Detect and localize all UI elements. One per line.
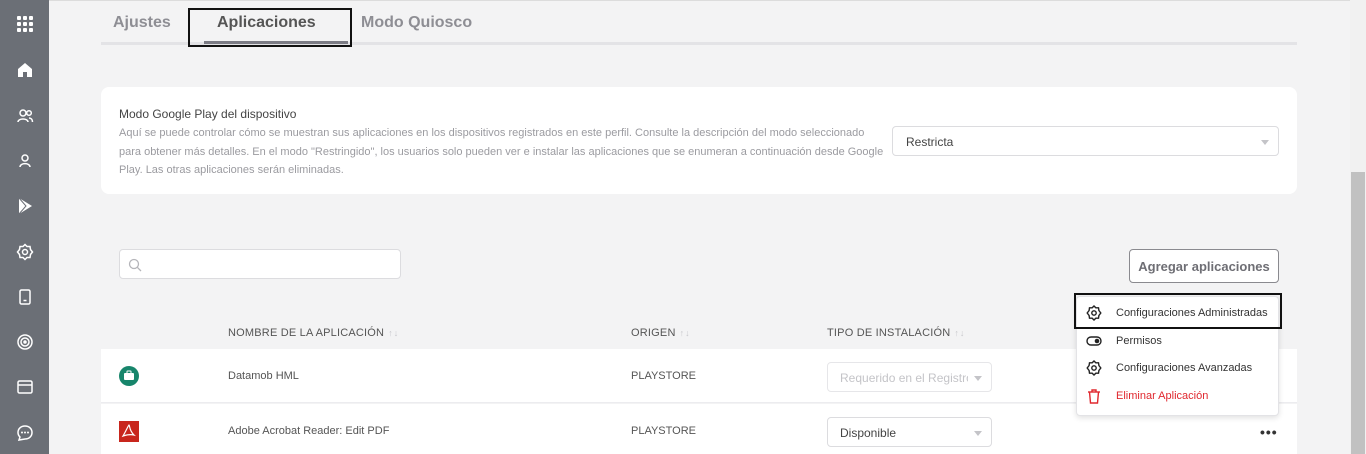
app-origin: PLAYSTORE — [631, 425, 697, 437]
pdf-icon — [119, 421, 139, 442]
column-header-name[interactable]: NOMBRE DE LA APLICACIÓN ↑↓ — [228, 327, 399, 339]
sort-icon[interactable]: ↑↓ — [954, 328, 965, 338]
apps-grid-icon[interactable] — [0, 9, 49, 39]
more-options-icon[interactable]: ••• — [1260, 424, 1278, 440]
app-origin: PLAYSTORE — [631, 370, 697, 382]
install-type-select: Requerido en el Registro — [827, 362, 992, 392]
play-mode-description: Aquí se puede controlar cómo se muestran… — [119, 127, 884, 176]
trash-icon — [1088, 389, 1100, 404]
chevron-down-icon — [1261, 140, 1269, 145]
menu-item-label: Configuraciones Avanzadas — [1116, 362, 1253, 374]
play-store-icon[interactable] — [0, 191, 49, 221]
add-apps-button[interactable]: Agregar aplicaciones — [1129, 249, 1279, 283]
sidebar — [0, 0, 49, 454]
column-header-install-type[interactable]: TIPO DE INSTALACIÓN ↑↓ — [827, 327, 965, 339]
play-mode-selected-value: Restricta — [906, 135, 954, 149]
scrollbar-thumb[interactable] — [1351, 172, 1365, 454]
menu-item-advanced-config[interactable]: Configuraciones Avanzadas — [1086, 358, 1252, 378]
menu-item-delete-app[interactable]: Eliminar Aplicación — [1086, 386, 1208, 406]
chat-icon[interactable] — [0, 418, 49, 448]
app-name: Datamob HML — [228, 370, 299, 382]
radar-icon[interactable] — [0, 327, 49, 357]
tab-ajustes[interactable]: Ajustes — [113, 14, 171, 32]
app-name: Adobe Acrobat Reader: Edit PDF — [228, 425, 390, 437]
play-mode-title: Modo Google Play del dispositivo — [119, 107, 297, 121]
column-header-origin[interactable]: ORIGEN ↑↓ — [631, 327, 691, 339]
install-type-value: Requerido en el Registro — [840, 371, 968, 385]
user-icon[interactable] — [0, 146, 49, 176]
dashboard-icon[interactable] — [0, 55, 49, 85]
sort-icon[interactable]: ↑↓ — [388, 328, 399, 338]
settings-icon[interactable] — [0, 237, 49, 267]
tab-modo-quiosco[interactable]: Modo Quiosco — [361, 14, 472, 32]
users-icon[interactable] — [0, 101, 49, 131]
search-input[interactable] — [119, 249, 401, 279]
window-icon[interactable] — [0, 372, 49, 402]
device-icon[interactable] — [0, 282, 49, 312]
column-header-install-type-label: TIPO DE INSTALACIÓN — [827, 327, 951, 339]
column-header-name-label: NOMBRE DE LA APLICACIÓN — [228, 327, 385, 339]
menu-item-label: Eliminar Aplicación — [1116, 390, 1209, 402]
sort-icon[interactable]: ↑↓ — [680, 328, 691, 338]
install-type-value: Disponible — [840, 426, 897, 440]
search-icon — [128, 258, 142, 272]
menu-item-permissions[interactable]: Permisos — [1086, 331, 1162, 351]
install-type-select[interactable]: Disponible — [827, 417, 992, 447]
gear-icon — [1086, 360, 1102, 376]
active-tab-highlight — [188, 8, 352, 47]
chevron-down-icon — [974, 431, 982, 436]
play-mode-select[interactable]: Restricta — [892, 126, 1279, 156]
datamob-icon — [119, 366, 139, 386]
column-header-origin-label: ORIGEN — [631, 327, 676, 339]
menu-item-label: Permisos — [1116, 335, 1162, 347]
chevron-down-icon — [974, 376, 982, 381]
menu-item-highlight — [1074, 293, 1282, 329]
toggle-icon — [1086, 336, 1102, 346]
